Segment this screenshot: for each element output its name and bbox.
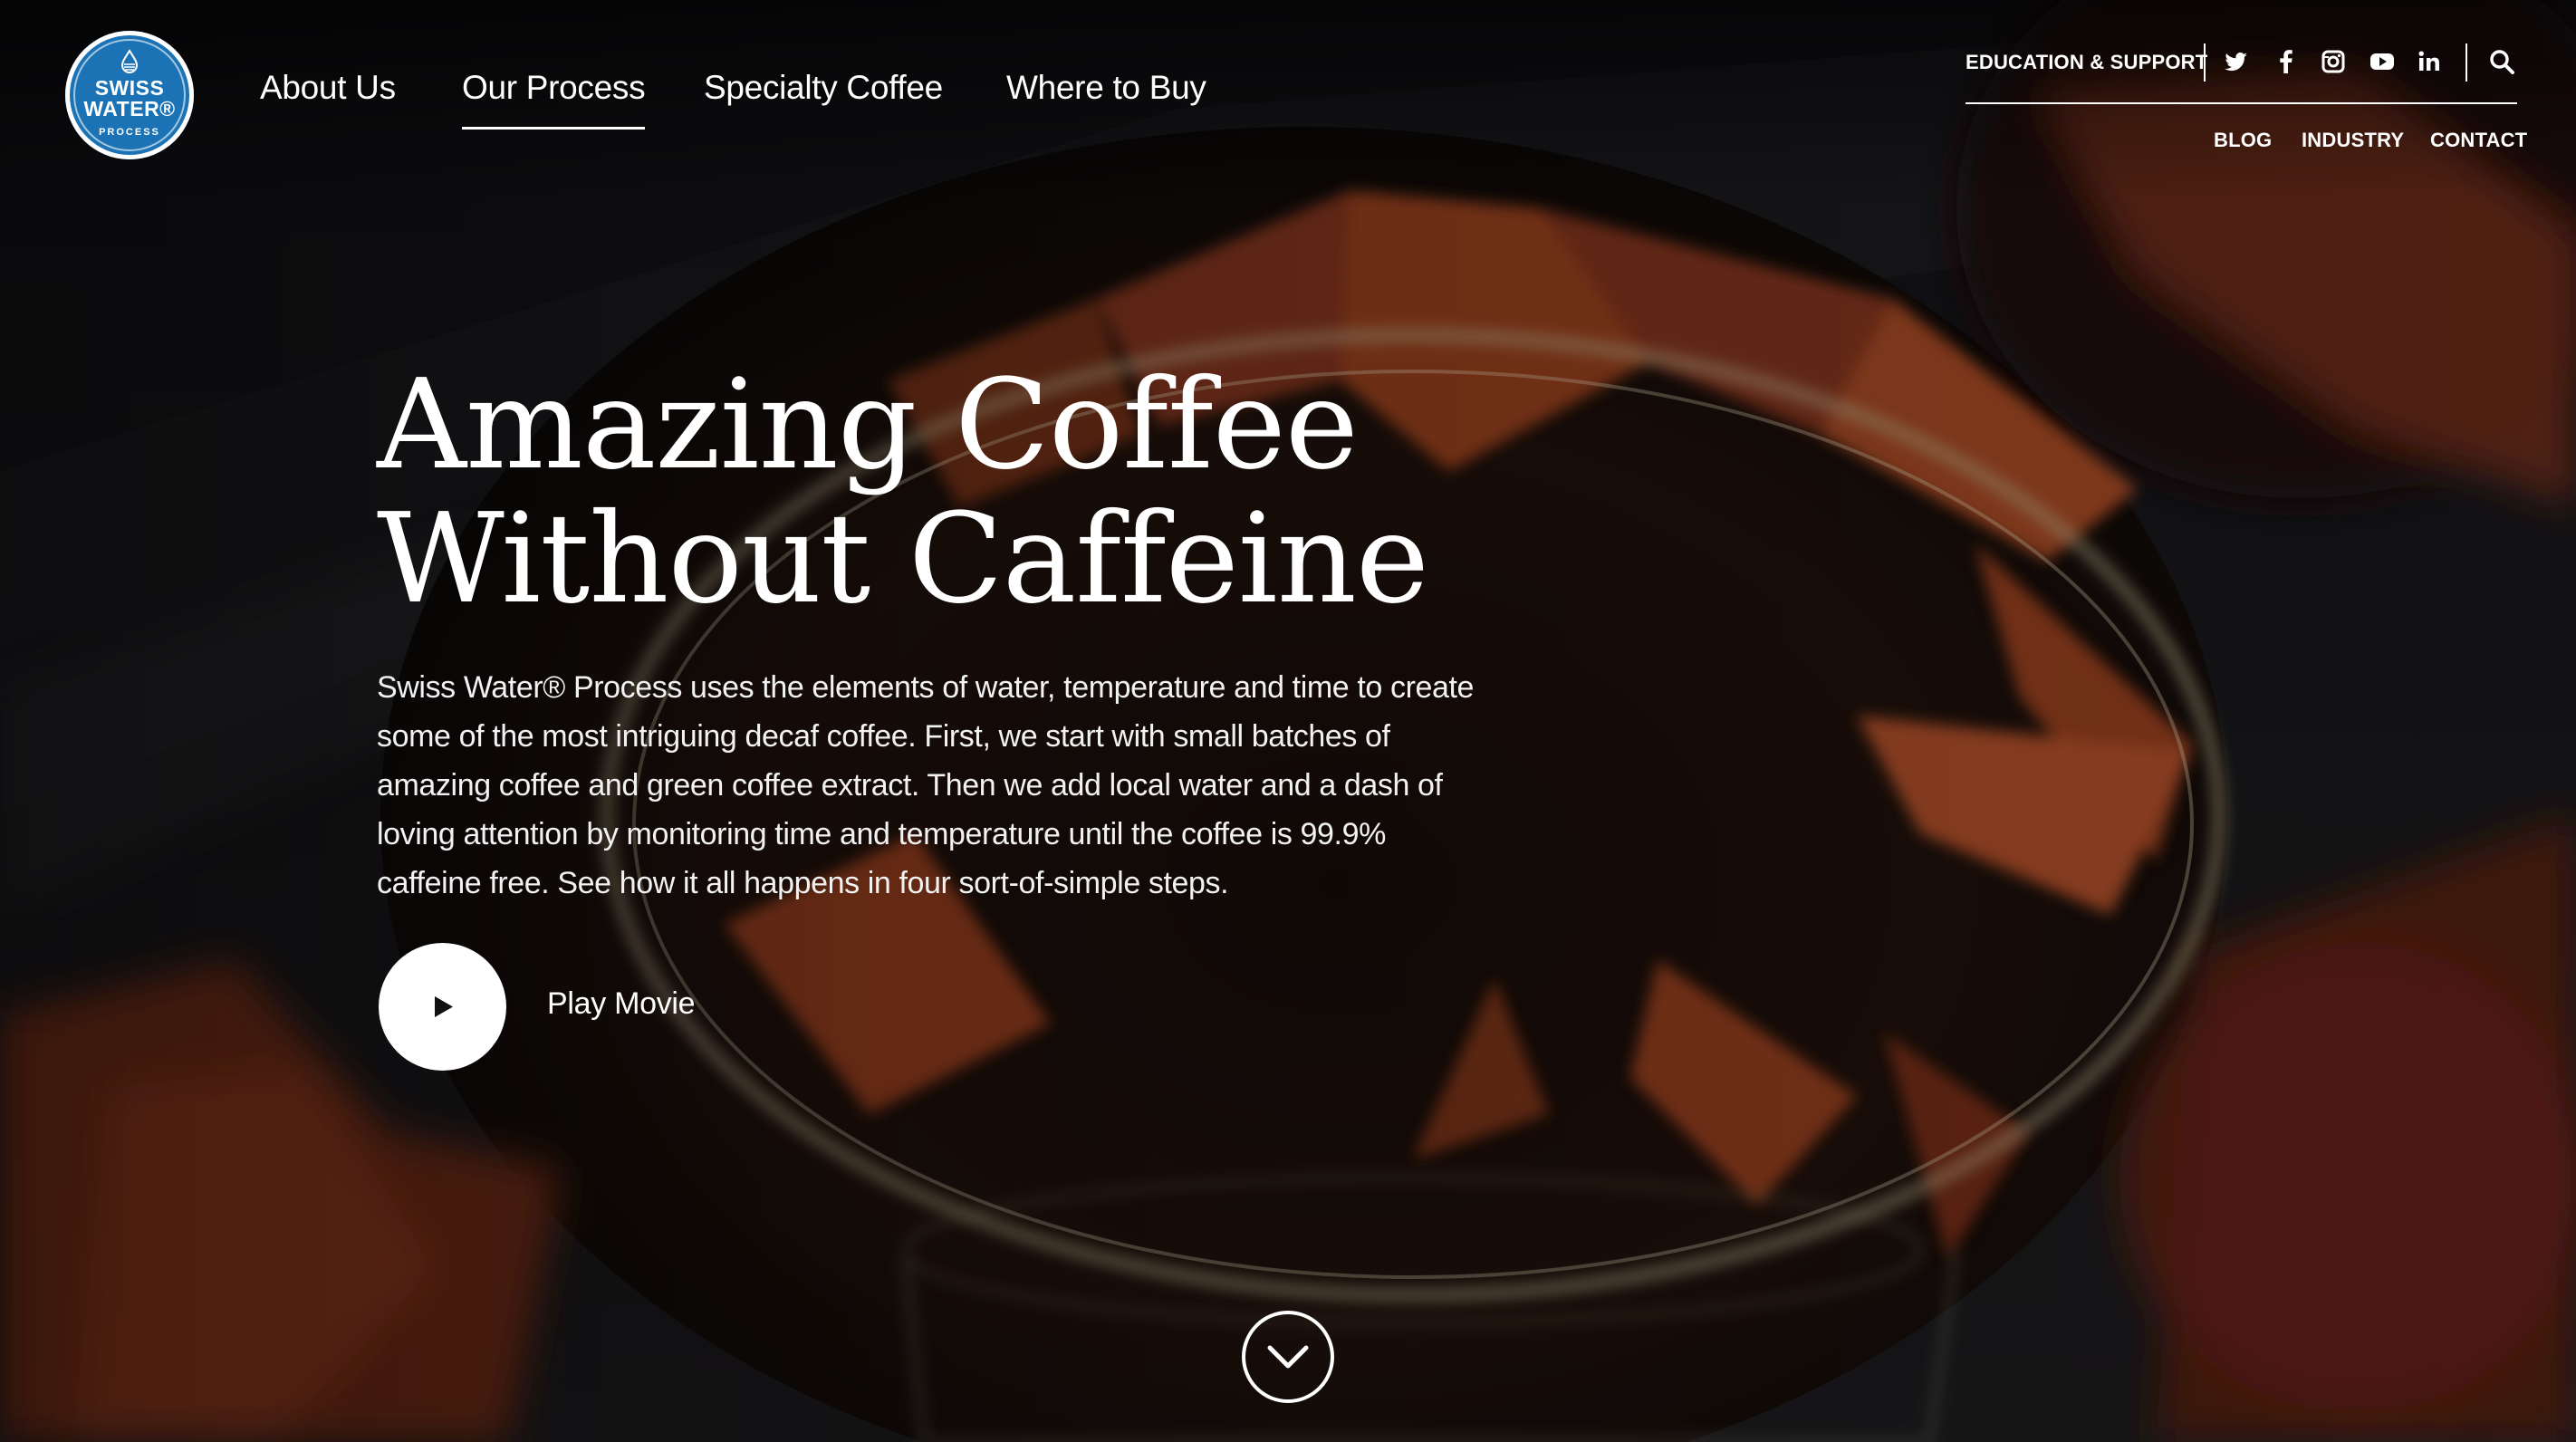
logo-text-line2: WATER® bbox=[83, 97, 176, 120]
industry-link[interactable]: INDUSTRY bbox=[2302, 129, 2404, 152]
youtube-icon[interactable] bbox=[2368, 47, 2397, 76]
instagram-icon[interactable] bbox=[2319, 47, 2348, 76]
education-support-link[interactable]: EDUCATION & SUPPORT bbox=[1966, 51, 2207, 74]
utility-divider-line bbox=[1966, 102, 2517, 104]
hero-headline-line1: Amazing Coffee bbox=[377, 353, 1359, 497]
search-icon[interactable] bbox=[2487, 47, 2516, 76]
hero-headline-line2: Without Caffeine bbox=[377, 487, 1429, 631]
nav-our-process[interactable]: Our Process bbox=[462, 69, 646, 130]
play-icon bbox=[435, 996, 453, 1017]
nav-about-us[interactable]: About Us bbox=[260, 69, 396, 107]
twitter-icon[interactable] bbox=[2221, 47, 2250, 76]
nav-where-to-buy[interactable]: Where to Buy bbox=[1006, 69, 1206, 107]
chevron-down-icon bbox=[1242, 1311, 1334, 1403]
divider bbox=[2204, 43, 2206, 82]
swiss-water-logo[interactable]: SWISS WATER® PROCESS bbox=[65, 31, 194, 159]
blog-link[interactable]: BLOG bbox=[2214, 129, 2272, 152]
logo-text-line3: PROCESS bbox=[99, 127, 160, 138]
hero-body-text: Swiss Water® Process uses the elements o… bbox=[377, 670, 1475, 900]
contact-link[interactable]: CONTACT bbox=[2430, 129, 2527, 152]
water-drop-icon bbox=[120, 49, 139, 73]
divider bbox=[2465, 43, 2467, 82]
linkedin-icon[interactable] bbox=[2415, 47, 2444, 76]
nav-specialty-coffee[interactable]: Specialty Coffee bbox=[704, 69, 943, 107]
scroll-down-button[interactable] bbox=[1241, 1310, 1335, 1404]
facebook-icon[interactable] bbox=[2272, 47, 2301, 76]
hero-headline: Amazing Coffee Without Caffeine bbox=[377, 359, 1645, 627]
play-movie-label[interactable]: Play Movie bbox=[547, 986, 696, 1022]
play-movie-button[interactable] bbox=[379, 943, 506, 1071]
